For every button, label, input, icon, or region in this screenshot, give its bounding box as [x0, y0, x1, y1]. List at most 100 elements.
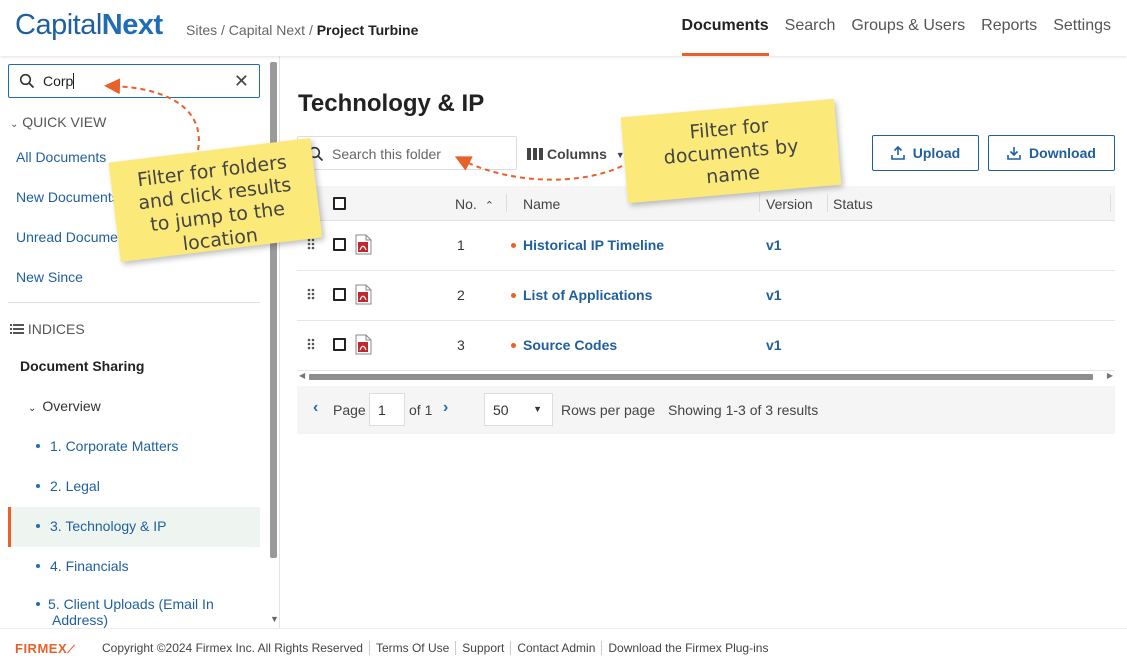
folder-search-input[interactable]: Search this folder: [297, 136, 517, 170]
columns-button[interactable]: Columns ▼: [527, 146, 625, 162]
tree-item-client-uploads[interactable]: 5. Client Uploads (Email In Address): [36, 596, 246, 628]
column-separator: [506, 194, 507, 212]
chevron-down-icon: ⌄: [28, 403, 37, 414]
rows-per-page-label: Rows per page: [561, 402, 656, 418]
results-summary: Showing 1-3 of 3 results: [668, 402, 819, 418]
column-header-no[interactable]: No. ⌃: [455, 196, 494, 212]
row-checkbox[interactable]: [333, 338, 346, 351]
pagination-bar: ‹ Page 1 of 1 › 50 ▼ Rows per page Showi…: [297, 386, 1115, 434]
capitalnext-logo[interactable]: CapitalNext: [15, 9, 163, 42]
footer-support-link[interactable]: Support: [455, 641, 510, 655]
sort-asc-icon: ⌃: [484, 200, 494, 212]
documents-table: No. ⌃ Name Version Status 1 Historical I…: [297, 186, 1115, 371]
tree-item-corporate-matters[interactable]: 1. Corporate Matters: [36, 438, 246, 454]
new-indicator: [511, 293, 516, 298]
folder-filter-input[interactable]: Corp ✕: [8, 64, 260, 98]
tree-item-technology-ip[interactable]: 3. Technology & IP: [36, 518, 246, 534]
sidebar: Corp ✕ ⌄ QUICK VIEW All Documents New Do…: [0, 56, 280, 628]
tree-item-financials[interactable]: 4. Financials: [36, 558, 246, 574]
quick-view-new-documents[interactable]: New Documents: [16, 189, 119, 205]
quick-view-all-documents[interactable]: All Documents: [16, 149, 106, 165]
page-label: Page: [333, 402, 366, 418]
nav-documents[interactable]: Documents: [674, 0, 777, 56]
download-button[interactable]: Download: [988, 135, 1115, 171]
indices-header[interactable]: INDICES: [10, 321, 85, 337]
breadcrumb-path[interactable]: Sites / Capital Next /: [186, 22, 317, 38]
logo-part-capital: Capital: [15, 9, 102, 41]
column-header-version[interactable]: Version: [766, 196, 813, 212]
main-nav: Documents Search Groups & Users Reports …: [674, 0, 1119, 56]
document-link[interactable]: Source Codes: [511, 337, 617, 353]
clear-icon[interactable]: ✕: [234, 72, 249, 90]
scrollbar-thumb[interactable]: [309, 374, 1093, 380]
search-icon: [19, 73, 35, 89]
nav-reports[interactable]: Reports: [973, 0, 1045, 56]
pdf-file-icon: [355, 334, 372, 355]
new-indicator: [511, 343, 516, 348]
column-header-status[interactable]: Status: [833, 196, 873, 212]
column-separator: [759, 194, 760, 212]
version-link[interactable]: v1: [766, 287, 782, 303]
chevron-down-icon: ⌄: [10, 119, 19, 130]
app-header: CapitalNext Sites / Capital Next / Proje…: [0, 0, 1127, 56]
pdf-file-icon: [355, 284, 372, 305]
quick-view-new-since[interactable]: New Since: [16, 269, 83, 285]
chevron-left-icon[interactable]: ‹: [313, 399, 318, 417]
list-icon: [10, 324, 24, 334]
page-title: Technology & IP: [298, 90, 485, 117]
footer-plugins-link[interactable]: Download the Firmex Plug-ins: [601, 641, 774, 655]
tree-root-document-sharing[interactable]: Document Sharing: [20, 358, 144, 374]
firmex-logo[interactable]: FIRMEX⟋: [15, 641, 75, 657]
row-number: 3: [457, 337, 465, 353]
scroll-down-icon[interactable]: ▼: [270, 614, 279, 624]
drag-handle-icon[interactable]: [307, 338, 315, 350]
rows-per-page-select[interactable]: 50 ▼: [484, 393, 553, 426]
breadcrumb-current: Project Turbine: [316, 22, 419, 38]
pdf-file-icon: [355, 234, 372, 255]
scroll-right-icon[interactable]: ▶: [1107, 371, 1113, 380]
page-of-label: of 1: [409, 402, 433, 418]
footer-links: Copyright ©2024 Firmex Inc. All Rights R…: [102, 641, 774, 655]
upload-button[interactable]: Upload: [872, 135, 979, 171]
row-checkbox[interactable]: [333, 238, 346, 251]
upload-icon: [890, 146, 905, 160]
version-link[interactable]: v1: [766, 237, 782, 253]
row-checkbox[interactable]: [333, 288, 346, 301]
table-row[interactable]: 2 List of Applications v1: [297, 271, 1115, 321]
folder-search-placeholder: Search this folder: [332, 146, 441, 162]
download-icon: [1007, 147, 1021, 160]
table-horizontal-scrollbar[interactable]: ◀ ▶: [297, 371, 1115, 384]
quick-view-header[interactable]: ⌄ QUICK VIEW: [10, 114, 106, 130]
footer-copyright: Copyright ©2024 Firmex Inc. All Rights R…: [102, 641, 363, 655]
tree-overview[interactable]: ⌄ Overview: [28, 398, 101, 414]
document-link[interactable]: List of Applications: [511, 287, 652, 303]
drag-handle-icon[interactable]: [307, 288, 315, 300]
row-number: 2: [457, 287, 465, 303]
page-number-input[interactable]: 1: [369, 393, 405, 426]
table-row[interactable]: 1 Historical IP Timeline v1: [297, 221, 1115, 271]
footer: FIRMEX⟋ Copyright ©2024 Firmex Inc. All …: [0, 628, 1127, 668]
footer-terms-link[interactable]: Terms Of Use: [368, 641, 455, 655]
version-link[interactable]: v1: [766, 337, 782, 353]
row-number: 1: [457, 237, 465, 253]
new-indicator: [511, 243, 516, 248]
tree-item-legal[interactable]: 2. Legal: [36, 478, 246, 494]
nav-search[interactable]: Search: [777, 0, 844, 56]
nav-settings[interactable]: Settings: [1045, 0, 1119, 56]
chevron-right-icon[interactable]: ›: [443, 399, 448, 417]
breadcrumb: Sites / Capital Next / Project Turbine: [186, 22, 418, 38]
drag-handle-icon[interactable]: [307, 238, 315, 250]
column-header-name[interactable]: Name: [523, 196, 560, 212]
folder-filter-value: Corp: [43, 73, 75, 89]
select-all-checkbox[interactable]: [333, 197, 346, 210]
scroll-left-icon[interactable]: ◀: [299, 371, 305, 380]
nav-groups-users[interactable]: Groups & Users: [843, 0, 973, 56]
columns-icon: [527, 148, 543, 160]
column-separator: [827, 194, 828, 212]
document-link[interactable]: Historical IP Timeline: [511, 237, 664, 253]
footer-contact-admin-link[interactable]: Contact Admin: [510, 641, 601, 655]
sidebar-scrollbar[interactable]: [270, 62, 277, 558]
logo-part-next: Next: [101, 9, 163, 41]
table-row[interactable]: 3 Source Codes v1: [297, 321, 1115, 371]
column-separator: [1110, 194, 1111, 212]
